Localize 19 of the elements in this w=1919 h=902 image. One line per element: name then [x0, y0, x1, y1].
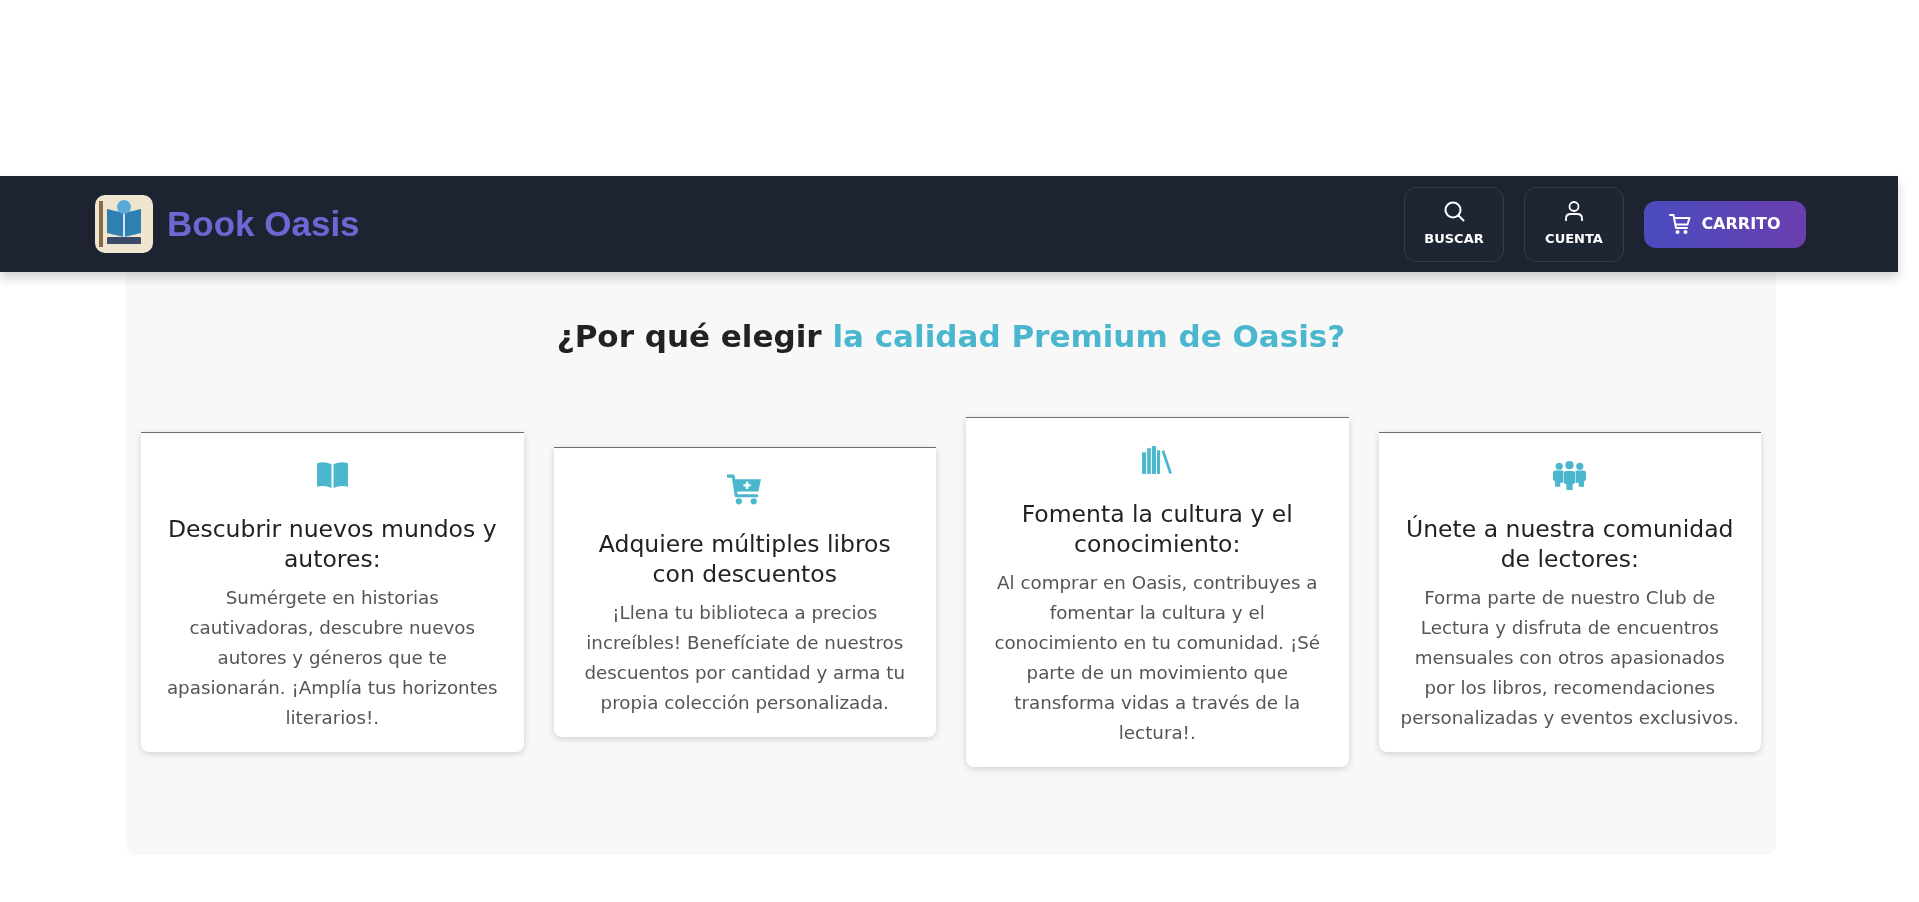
- section-heading: ¿Por qué elegir la calidad Premium de Oasis?: [555, 318, 1347, 356]
- search-icon: [1443, 199, 1465, 222]
- cart-plus-icon: [727, 473, 763, 507]
- cart-button[interactable]: CARRITO: [1644, 200, 1806, 248]
- feature-description: Al comprar en Oasis, contribuyes a fomentar la cultura y el conocimiento en tu comunidad. ¡Sé parte de un movimiento que transforma vidas a través de la lectura!.: [993, 571, 1322, 746]
- users-icon: [1552, 458, 1588, 492]
- logo-icon: [95, 195, 153, 253]
- search-button[interactable]: BUSCAR: [1404, 186, 1504, 262]
- cart-icon: [1669, 213, 1692, 235]
- account-button[interactable]: CUENTA: [1524, 186, 1624, 262]
- feature-description: Forma parte de nuestro Club de Lectura y disfruta de encuentros mensuales con otros apasionados por los libros, recomendaciones personalizadas y eventos exclusivos.: [1399, 586, 1740, 731]
- feature-title: Únete a nuestra comunidad de lectores:: [1404, 514, 1735, 575]
- feature-description: Sumérgete en historias cautivadoras, descubre nuevos autores y géneros que te apasionarán. ¡Amplía tus horizontes literarios!.: [165, 586, 499, 731]
- feature-title: Adquiere múltiples libros con descuentos: [597, 529, 892, 590]
- feature-description: ¡Llena tu biblioteca a precios increíbles! Benefíciate de nuestros descuentos por cantidad y arma tu propia colección personalizada.: [583, 601, 907, 716]
- feature-title: Fomenta la cultura y el conocimiento:: [1020, 499, 1294, 560]
- user-icon: [1563, 199, 1585, 222]
- books-icon: [1139, 443, 1175, 477]
- feature-title: Descubrir nuevos mundos y autores:: [166, 514, 498, 575]
